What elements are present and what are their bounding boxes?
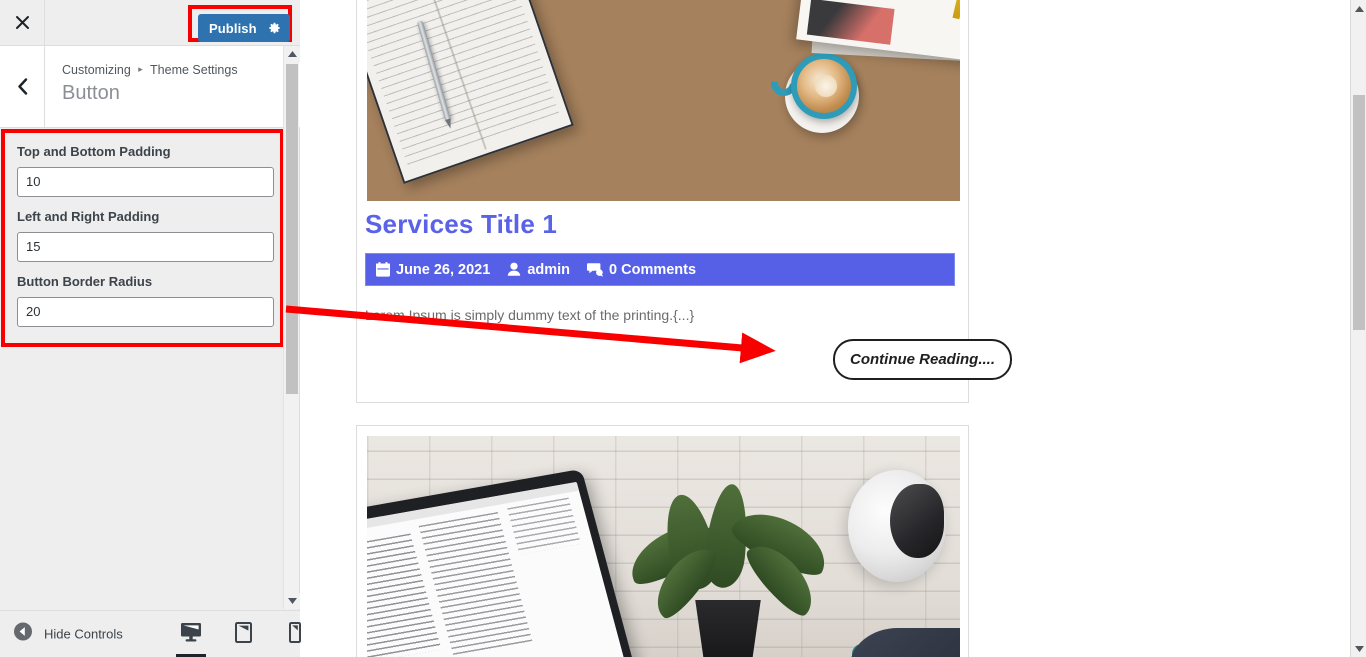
tablet-preview-button[interactable] [230,611,256,657]
post-date-text: June 26, 2021 [396,261,491,278]
chevron-left-glyph [17,78,27,95]
scroll-down-arrow-icon[interactable] [1351,640,1366,657]
post-excerpt: Lorem Ipsum is simply dummy text of the … [365,307,695,323]
site-preview-frame[interactable]: STA Services Title 1 [301,0,1350,657]
mobile-icon [289,621,301,648]
padding-controls-highlight: Top and Bottom Padding Left and Right Pa… [1,129,284,347]
webpage-text-graphic [507,497,581,555]
control-button-border-radius: Button Border Radius [17,273,274,327]
desktop-preview-button[interactable] [176,611,206,657]
scroll-up-arrow-icon[interactable] [1351,0,1366,17]
post-author-text: admin [527,261,571,278]
post-comments: 0 Comments [587,262,696,278]
coffee-mug-graphic [791,53,857,119]
customizer-topbar: Publish [0,0,300,46]
notebook-graphic [367,0,574,184]
scroll-down-glyph [287,598,297,604]
post-title[interactable]: Services Title 1 [365,209,557,240]
sidebar-scrollbar-thumb[interactable] [286,64,298,394]
post-thumbnail[interactable]: STA [367,0,960,201]
breadcrumb-parent[interactable]: Theme Settings [150,63,238,77]
laptop-screen-graphic [367,468,641,657]
chevron-left-icon[interactable] [0,46,45,127]
post-card: STA Services Title 1 [356,0,1012,403]
customizer-controls: Top and Bottom Padding Left and Right Pa… [5,133,280,327]
scroll-up-arrow-icon[interactable] [284,46,300,62]
calendar-icon [376,262,390,277]
device-preview-switcher [176,611,308,657]
scroll-down-glyph [1354,645,1364,652]
gear-icon[interactable] [268,22,281,35]
close-x-glyph [15,16,29,29]
post-thumbnail[interactable] [367,436,960,657]
post-date: June 26, 2021 [376,262,490,278]
desktop-icon [180,622,202,647]
calendar-glyph [376,262,390,277]
latte-surface-graphic [797,59,851,113]
customizer-screen: Publish Customizing ▸ Theme Settings But… [0,0,1366,657]
left-right-padding-label: Left and Right Padding [17,208,160,224]
laptop-desk-plant-photo [367,436,960,657]
top-bottom-padding-label: Top and Bottom Padding [17,144,171,159]
customizer-sidebar: Publish Customizing ▸ Theme Settings But… [0,0,301,657]
scroll-up-glyph [1354,5,1364,12]
notebook-lines [367,0,560,168]
magazine-pencil-graphic [952,0,960,20]
post-card [356,425,969,657]
post-author: admin [507,262,570,278]
tablet-icon [234,621,252,648]
publish-button-label: Publish [209,20,257,36]
wooden-desk-notebook-coffee-photo: STA [367,0,960,201]
publish-button[interactable]: Publish [198,14,290,42]
latte-art-graphic [813,73,839,99]
lamp-shade-graphic [890,484,944,558]
tablet-glyph [234,621,252,643]
arrow-left-circle-icon [13,622,33,647]
scroll-up-glyph [287,51,297,57]
sidebar-scrollbar[interactable] [283,46,300,609]
scroll-down-arrow-icon[interactable] [284,593,300,609]
control-top-bottom-padding: Top and Bottom Padding [17,144,274,197]
control-left-right-padding: Left and Right Padding [17,208,274,262]
gear-glyph [269,22,280,34]
continue-reading-button[interactable]: Continue Reading.... [833,339,1012,380]
magazine-photo-graphic [806,0,895,45]
close-x-icon[interactable] [0,0,45,45]
mobile-glyph [289,621,301,643]
top-bottom-padding-input[interactable] [17,166,274,197]
plant-pot-graphic [695,600,761,657]
breadcrumb-separator-icon: ▸ [138,64,143,74]
browser-scrollbar[interactable] [1350,0,1366,657]
hide-controls-label: Hide Controls [44,626,123,642]
post-comments-text: 0 Comments [609,261,697,278]
customizer-panel-header: Customizing ▸ Theme Settings Button [0,46,300,128]
publish-button-highlight: Publish [188,5,292,42]
customizer-footer: Hide Controls [0,610,301,657]
breadcrumb: Customizing ▸ Theme Settings Button [62,62,238,106]
button-border-radius-input[interactable] [17,296,274,327]
browser-scrollbar-thumb[interactable] [1353,95,1365,330]
user-icon [507,262,521,277]
comments-icon [587,262,604,277]
page-title: Button [62,82,120,105]
button-border-radius-label: Button Border Radius [17,273,153,289]
breadcrumb-root[interactable]: Customizing [62,63,131,77]
arrow-left-circle-glyph [14,622,32,641]
hide-controls-button[interactable]: Hide Controls [13,622,123,647]
left-right-padding-input[interactable] [17,231,274,262]
person-arm-graphic [850,628,960,657]
laptop-webpage-graphic [367,481,632,657]
post-meta-bar: June 26, 2021 admin 0 Comments [365,253,955,286]
user-glyph [508,262,521,276]
desktop-glyph [181,623,201,642]
comments-glyph [587,263,604,277]
